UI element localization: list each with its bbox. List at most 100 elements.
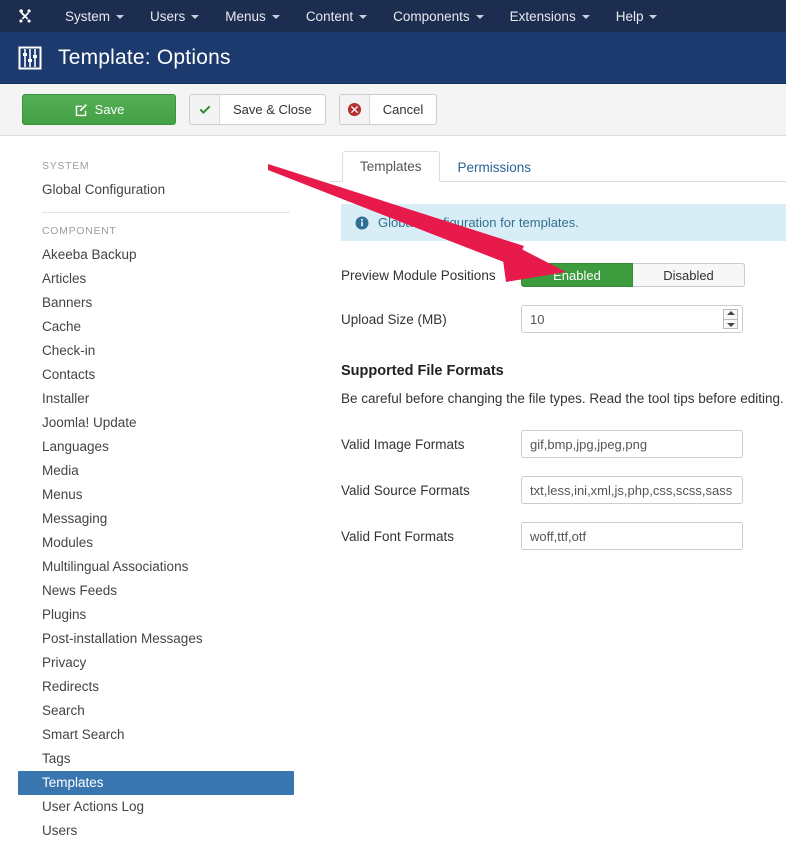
sidebar-item-label: Articles bbox=[42, 271, 87, 286]
sidebar-item-redirects[interactable]: Redirects bbox=[0, 675, 330, 699]
upload-size-input[interactable] bbox=[521, 305, 743, 333]
sidebar-item-label: Menus bbox=[42, 487, 83, 502]
save-button[interactable]: Save bbox=[22, 94, 176, 125]
sidebar-item-label: Messaging bbox=[42, 511, 108, 526]
main-content: Templates Permissions Global Configurati… bbox=[330, 136, 786, 850]
sidebar-item-label: Post-installation Messages bbox=[42, 631, 203, 646]
valid-source-formats-label: Valid Source Formats bbox=[341, 482, 470, 498]
sidebar-divider bbox=[42, 212, 290, 213]
sidebar-item-articles[interactable]: Articles bbox=[0, 267, 330, 291]
sidebar-item-akeeba-backup[interactable]: Akeeba Backup bbox=[0, 243, 330, 267]
stepper-divider bbox=[724, 318, 737, 320]
chevron-down-icon bbox=[116, 15, 125, 19]
sidebar-item-label: Installer bbox=[42, 391, 90, 406]
sidebar-item-label: Media bbox=[42, 463, 79, 478]
sidebar-item-messaging[interactable]: Messaging bbox=[0, 507, 330, 531]
sidebar-item-label: Banners bbox=[42, 295, 93, 310]
menu-item-components[interactable]: Components bbox=[380, 3, 497, 30]
page-body: SYSTEM Global Configuration COMPONENT Ak… bbox=[0, 136, 786, 850]
sidebar-item-label: Joomla! Update bbox=[42, 415, 137, 430]
preview-disabled-button[interactable]: Disabled bbox=[633, 263, 745, 287]
stepper-down-icon[interactable] bbox=[726, 323, 735, 327]
chevron-down-icon bbox=[191, 15, 200, 19]
upload-size-label: Upload Size (MB) bbox=[341, 311, 447, 327]
preview-module-positions-label: Preview Module Positions bbox=[341, 267, 496, 283]
chevron-down-icon bbox=[581, 15, 590, 19]
tab-templates[interactable]: Templates bbox=[342, 151, 440, 182]
valid-image-formats-label: Valid Image Formats bbox=[341, 436, 465, 452]
sidebar-item-languages[interactable]: Languages bbox=[0, 435, 330, 459]
cancel-icon-cell bbox=[339, 95, 370, 124]
sidebar-item-news-feeds[interactable]: News Feeds bbox=[0, 579, 330, 603]
sidebar-item-label: Plugins bbox=[42, 607, 87, 622]
sidebar-item-menus[interactable]: Menus bbox=[0, 483, 330, 507]
action-toolbar: Save Save & Close Cancel bbox=[0, 84, 786, 136]
sidebar-item-plugins[interactable]: Plugins bbox=[0, 603, 330, 627]
tab-permissions[interactable]: Permissions bbox=[440, 152, 550, 182]
sidebar-item-global-configuration[interactable]: Global Configuration bbox=[0, 178, 330, 202]
top-menu-bar: System Users Menus Content Components Ex… bbox=[0, 0, 786, 32]
sidebar-item-installer[interactable]: Installer bbox=[0, 387, 330, 411]
save-and-close-button[interactable]: Save & Close bbox=[189, 94, 326, 125]
upload-size-input-wrap bbox=[521, 305, 743, 333]
sidebar: SYSTEM Global Configuration COMPONENT Ak… bbox=[0, 136, 330, 850]
sidebar-item-media[interactable]: Media bbox=[0, 459, 330, 483]
menu-item-content[interactable]: Content bbox=[293, 3, 380, 30]
preview-module-positions-toggle[interactable]: Enabled Disabled bbox=[521, 263, 745, 287]
sidebar-item-label: Languages bbox=[42, 439, 109, 454]
check-icon bbox=[199, 105, 210, 114]
valid-image-formats-input-wrap bbox=[521, 430, 743, 458]
sidebar-item-label: Templates bbox=[42, 775, 104, 790]
sidebar-item-users[interactable]: Users bbox=[0, 819, 330, 843]
valid-font-formats-input[interactable] bbox=[521, 522, 743, 550]
sidebar-item-post-installation-messages[interactable]: Post-installation Messages bbox=[0, 627, 330, 651]
sidebar-item-label: Smart Search bbox=[42, 727, 125, 742]
sidebar-item-banners[interactable]: Banners bbox=[0, 291, 330, 315]
preview-enabled-button[interactable]: Enabled bbox=[521, 263, 633, 287]
pencil-square-icon bbox=[75, 103, 87, 116]
sidebar-item-label: Search bbox=[42, 703, 85, 718]
sidebar-item-privacy[interactable]: Privacy bbox=[0, 651, 330, 675]
sidebar-item-search[interactable]: Search bbox=[0, 699, 330, 723]
field-row-preview-module-positions: Preview Module Positions Enabled Disable… bbox=[341, 263, 786, 287]
sidebar-item-multilingual-associations[interactable]: Multilingual Associations bbox=[0, 555, 330, 579]
sidebar-item-user-actions-log[interactable]: User Actions Log bbox=[0, 795, 330, 819]
sidebar-item-modules[interactable]: Modules bbox=[0, 531, 330, 555]
sidebar-item-tags[interactable]: Tags bbox=[0, 747, 330, 771]
valid-font-formats-input-wrap bbox=[521, 522, 743, 550]
sidebar-item-label: Modules bbox=[42, 535, 94, 550]
sidebar-item-label: News Feeds bbox=[42, 583, 118, 598]
menu-item-system[interactable]: System bbox=[52, 3, 137, 30]
sidebar-item-smart-search[interactable]: Smart Search bbox=[0, 723, 330, 747]
menu-item-extensions[interactable]: Extensions bbox=[497, 3, 603, 30]
joomla-logo-icon[interactable] bbox=[16, 7, 34, 25]
cancel-button[interactable]: Cancel bbox=[338, 94, 438, 125]
save-and-close-label: Save & Close bbox=[233, 102, 312, 117]
sidebar-item-label: Global Configuration bbox=[42, 182, 166, 197]
menu-item-menus[interactable]: Menus bbox=[212, 3, 293, 30]
valid-image-formats-input[interactable] bbox=[521, 430, 743, 458]
supported-file-formats-description: Be careful before changing the file type… bbox=[341, 391, 784, 406]
tab-label: Permissions bbox=[457, 160, 532, 175]
sidebar-item-label: Akeeba Backup bbox=[42, 247, 137, 262]
sidebar-item-label: Contacts bbox=[42, 367, 96, 382]
chevron-down-icon bbox=[271, 15, 280, 19]
field-row-valid-font-formats: Valid Font Formats bbox=[341, 522, 786, 550]
sidebar-item-contacts[interactable]: Contacts bbox=[0, 363, 330, 387]
sidebar-item-cache[interactable]: Cache bbox=[0, 315, 330, 339]
menu-item-help[interactable]: Help bbox=[603, 3, 671, 30]
stepper-up-icon[interactable] bbox=[726, 311, 735, 315]
valid-source-formats-input[interactable] bbox=[521, 476, 743, 504]
menu-item-users[interactable]: Users bbox=[137, 3, 212, 30]
sidebar-item-templates[interactable]: Templates bbox=[18, 771, 294, 795]
upload-size-stepper[interactable] bbox=[723, 309, 738, 329]
sidebar-item-joomla-update[interactable]: Joomla! Update bbox=[0, 411, 330, 435]
sidebar-item-label: Tags bbox=[42, 751, 71, 766]
file-formats-form: Valid Image Formats Valid Source Formats… bbox=[330, 426, 786, 550]
page-title-bar: Template: Options bbox=[0, 32, 786, 84]
field-row-valid-image-formats: Valid Image Formats bbox=[341, 430, 786, 458]
sidebar-item-label: Check-in bbox=[42, 343, 96, 358]
tab-bar: Templates Permissions bbox=[330, 150, 786, 182]
sidebar-item-check-in[interactable]: Check-in bbox=[0, 339, 330, 363]
sidebar-item-label: User Actions Log bbox=[42, 799, 145, 814]
